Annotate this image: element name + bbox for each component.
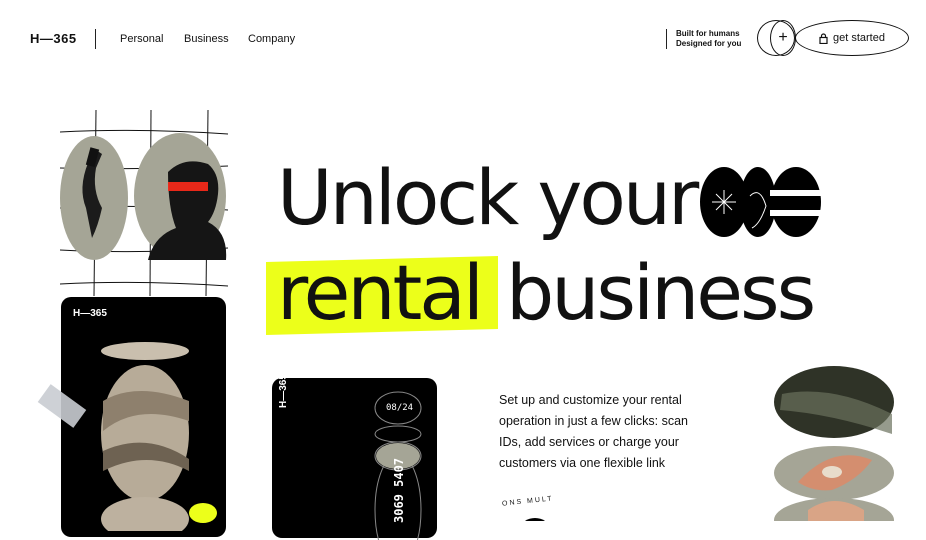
tagline-line2: Designed for you bbox=[676, 39, 742, 48]
tagline: Built for humans Designed for you bbox=[676, 29, 741, 49]
nav-company[interactable]: Company bbox=[248, 33, 295, 45]
tagline-divider bbox=[666, 29, 667, 49]
nav-business[interactable]: Business bbox=[184, 33, 229, 45]
card-right: H—365 08/24 3069 5407 bbox=[272, 374, 437, 540]
hero-highlight-word: rental bbox=[277, 248, 484, 337]
plus-button[interactable]: + bbox=[770, 20, 796, 56]
card-right-logo: H—365 bbox=[278, 374, 289, 408]
tagline-line1: Built for humans bbox=[676, 29, 740, 38]
plus-icon: + bbox=[778, 29, 788, 46]
get-started-button[interactable]: get started bbox=[795, 20, 909, 56]
card-number: 3069 5407 bbox=[392, 457, 406, 523]
ovals-graphic bbox=[700, 167, 822, 237]
card-right-logo-text: H—365 bbox=[278, 374, 289, 408]
card-expiry: 08/24 bbox=[386, 403, 414, 413]
rock-photo-stack bbox=[101, 342, 189, 531]
description-text: Set up and customize your rental operati… bbox=[499, 393, 688, 470]
yellow-dot bbox=[189, 503, 217, 523]
card-left: H—365 bbox=[61, 297, 226, 537]
lock-icon bbox=[819, 32, 828, 44]
nav-personal[interactable]: Personal bbox=[120, 33, 163, 45]
get-started-label: get started bbox=[833, 32, 885, 44]
hero-line1: Unlock your bbox=[277, 153, 699, 242]
hero-line2-rest: business bbox=[506, 248, 816, 337]
logo[interactable]: H—365 bbox=[30, 31, 77, 46]
card-left-logo: H—365 bbox=[73, 308, 107, 319]
grid-ovals-graphic bbox=[59, 109, 229, 297]
header-divider bbox=[95, 29, 96, 49]
hand-photo-stack bbox=[774, 366, 894, 521]
